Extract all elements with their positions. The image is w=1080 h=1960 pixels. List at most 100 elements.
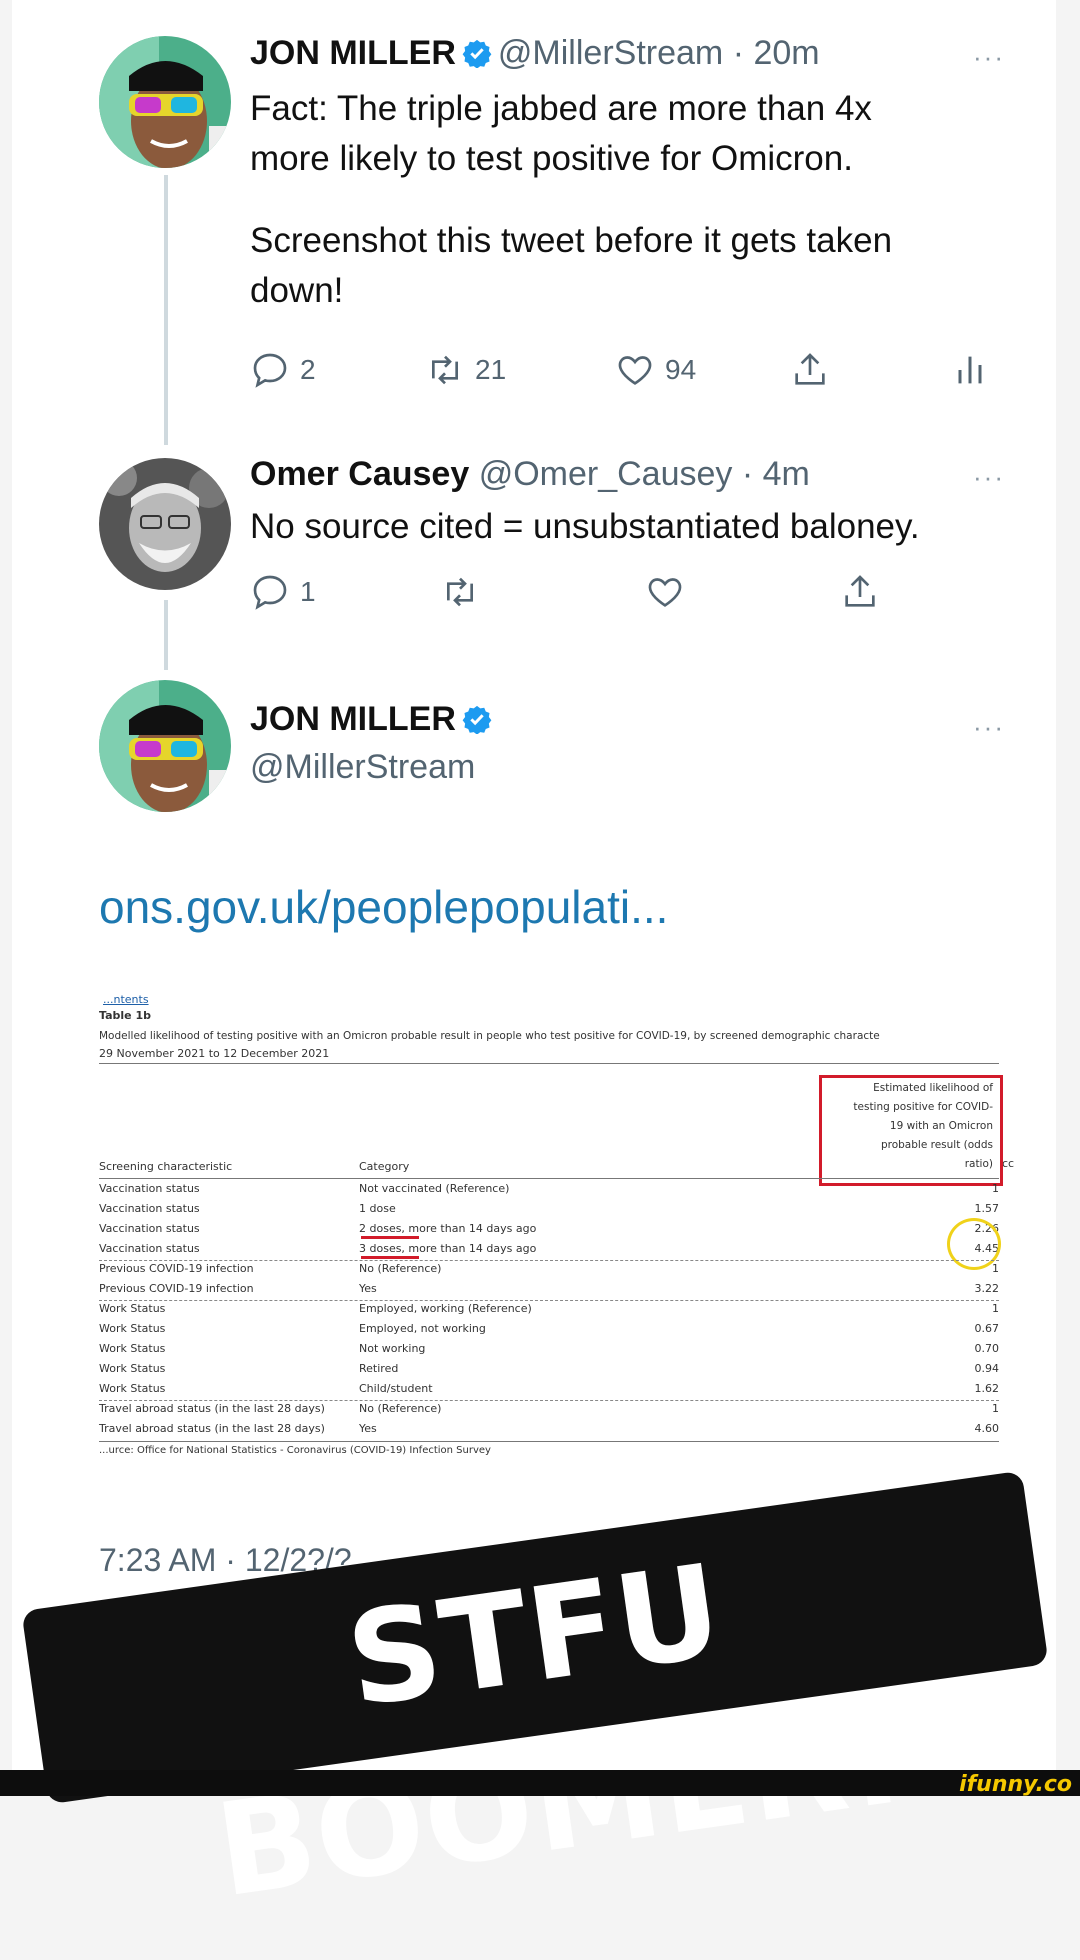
contents-link[interactable]: ...ntents	[103, 993, 149, 1006]
col3-extra: cc	[1002, 1157, 1015, 1170]
table-cell: Previous COVID-19 infection	[99, 1262, 254, 1275]
table-row: Previous COVID-19 infection Yes 3.22	[99, 1282, 999, 1300]
table-cell: Child/student	[359, 1382, 433, 1395]
retweet-icon	[432, 355, 458, 385]
verified-badge-icon	[462, 38, 492, 69]
table-cell: Vaccination status	[99, 1182, 200, 1195]
heart-icon	[648, 578, 682, 607]
table-cell: Vaccination status	[99, 1202, 200, 1215]
retweet-icon	[447, 577, 473, 607]
table-row: Vaccination status 3 doses, more than 14…	[99, 1242, 999, 1260]
avatar[interactable]	[99, 680, 231, 812]
share-button[interactable]	[840, 572, 880, 612]
table-cell: Work Status	[99, 1342, 166, 1355]
tweet-header: Omer Causey @Omer_Causey · 4m	[250, 455, 810, 494]
table-cell: Work Status	[99, 1302, 166, 1315]
heart-icon	[618, 356, 652, 385]
author-name[interactable]: JON MILLER	[250, 700, 456, 738]
table-rule	[99, 1063, 999, 1064]
tweet-actions: 2 21 94	[250, 350, 990, 400]
table-cell: 3 doses, more than 14 days ago	[359, 1242, 537, 1255]
table-header-row: Screening characteristic Category	[99, 1160, 999, 1178]
avatar-image-icon	[99, 36, 231, 168]
tweet-text-line: Fact: The triple jabbed are more than 4x	[250, 89, 872, 128]
source-link[interactable]: ons.gov.uk/peoplepopulati...	[99, 880, 668, 934]
table-cell: 1.62	[974, 1382, 1000, 1395]
table-caption: Modelled likelihood of testing positive …	[99, 1030, 880, 1042]
table-row: Work Status Employed, not working 0.67	[99, 1322, 999, 1340]
tweet-time[interactable]: · 20m	[733, 34, 820, 72]
verified-badge-icon	[462, 704, 492, 735]
col1-header: Screening characteristic	[99, 1160, 233, 1173]
col2-header: Category	[359, 1160, 410, 1173]
share-icon	[795, 353, 825, 385]
like-count: 94	[665, 354, 697, 385]
author-name[interactable]: JON MILLER	[250, 34, 456, 72]
table-cell: Vaccination status	[99, 1242, 200, 1255]
retweet-button[interactable]	[440, 572, 480, 612]
ons-table-image: ...ntents Table 1b Modelled likelihood o…	[99, 985, 1019, 1465]
table-cell: 3.22	[974, 1282, 1000, 1295]
retweet-count: 21	[475, 354, 507, 385]
table-cell: Not vaccinated (Reference)	[359, 1182, 510, 1195]
like-button[interactable]	[645, 572, 685, 612]
tweet-actions: 1	[250, 572, 990, 622]
table-cell: Travel abroad status (in the last 28 day…	[99, 1422, 325, 1435]
avatar[interactable]	[99, 458, 231, 590]
table-date-range: 29 November 2021 to 12 December 2021	[99, 1047, 330, 1060]
reply-button[interactable]: 2	[250, 350, 316, 390]
table-divider	[99, 1260, 999, 1261]
share-button[interactable]	[790, 350, 830, 390]
tweet-text-line: No source cited = unsubstantiated balone…	[250, 507, 920, 546]
table-row: Work Status Employed, working (Reference…	[99, 1302, 999, 1320]
table-cell: 1	[992, 1302, 999, 1315]
tweet-time[interactable]: · 4m	[742, 455, 810, 493]
more-options-icon[interactable]: ···	[973, 462, 1005, 493]
reply-button[interactable]: 1	[250, 572, 316, 612]
thread-line	[164, 175, 168, 445]
like-button[interactable]: 94	[615, 350, 696, 390]
retweet-button[interactable]: 21	[425, 350, 506, 390]
table-row: Work Status Child/student 1.62	[99, 1382, 999, 1400]
table-cell: Work Status	[99, 1382, 166, 1395]
watermark-logo: ifunny.co	[959, 1772, 1072, 1797]
reply-count: 2	[300, 354, 316, 385]
author-handle[interactable]: @MillerStream	[498, 34, 723, 72]
table-source: ...urce: Office for National Statistics …	[99, 1445, 491, 1456]
author-handle[interactable]: @MillerStream	[250, 748, 475, 786]
avatar[interactable]	[99, 36, 231, 168]
table-cell: Employed, working (Reference)	[359, 1302, 532, 1315]
highlight-underline	[361, 1256, 419, 1259]
table-rule	[99, 1178, 999, 1179]
author-name[interactable]: Omer Causey	[250, 455, 469, 493]
table-row: Vaccination status 2 doses, more than 14…	[99, 1222, 999, 1240]
table-cell: No (Reference)	[359, 1262, 442, 1275]
table-row: Travel abroad status (in the last 28 day…	[99, 1422, 999, 1440]
author-handle[interactable]: @Omer_Causey	[479, 455, 733, 493]
table-cell: 0.94	[974, 1362, 1000, 1375]
analytics-button[interactable]	[950, 350, 990, 390]
table-cell: Yes	[359, 1422, 377, 1435]
reply-icon	[253, 575, 287, 610]
table-divider	[99, 1300, 999, 1301]
avatar-image-icon	[99, 458, 231, 590]
table-cell: Yes	[359, 1282, 377, 1295]
table-id: Table 1b	[99, 1009, 151, 1022]
table-row: Previous COVID-19 infection No (Referenc…	[99, 1262, 999, 1280]
table-cell: Travel abroad status (in the last 28 day…	[99, 1402, 325, 1415]
table-cell: Employed, not working	[359, 1322, 486, 1335]
table-row: Work Status Retired 0.94	[99, 1362, 999, 1380]
table-cell: 1	[992, 1182, 999, 1195]
table-cell: No (Reference)	[359, 1402, 442, 1415]
more-options-icon[interactable]: ···	[973, 712, 1005, 743]
reply-icon	[253, 353, 287, 388]
more-options-icon[interactable]: ···	[973, 42, 1005, 73]
tweet-text-line: down!	[250, 271, 344, 310]
tweet-header: JON MILLER @MillerStream · 20m	[250, 34, 820, 73]
table-cell: Work Status	[99, 1322, 166, 1335]
thread-line	[164, 600, 168, 670]
table-cell: Work Status	[99, 1362, 166, 1375]
share-icon	[845, 575, 875, 607]
table-row: Vaccination status Not vaccinated (Refer…	[99, 1182, 999, 1200]
tweet-text-line: Screenshot this tweet before it gets tak…	[250, 221, 893, 260]
